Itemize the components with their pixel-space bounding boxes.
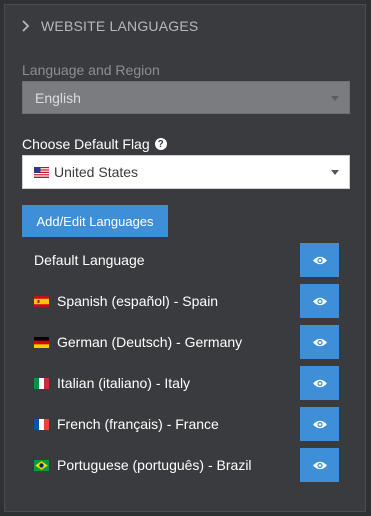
language-region-value: English	[35, 89, 81, 106]
language-label: German (Deutsch) - Germany	[57, 334, 243, 350]
website-languages-panel: WEBSITE LANGUAGES Language and Region En…	[4, 4, 366, 512]
language-region-select: English	[22, 81, 350, 114]
eye-icon	[312, 460, 328, 471]
language-label: Portuguese (português) - Brazil	[57, 457, 252, 473]
default-flag-label: Choose Default Flag	[22, 136, 150, 152]
france-flag-icon	[34, 418, 49, 430]
germany-flag-icon	[34, 336, 49, 348]
language-row-german: German (Deutsch) - Germany	[34, 325, 339, 359]
chevron-right-icon	[19, 19, 33, 33]
language-row-portuguese: Portuguese (português) - Brazil	[34, 448, 339, 482]
default-flag-select[interactable]: United States	[22, 155, 350, 189]
add-edit-languages-button[interactable]: Add/Edit Languages	[22, 205, 168, 237]
default-flag-value: United States	[54, 164, 139, 180]
language-label: Default Language	[34, 252, 145, 268]
language-row-spanish: Spanish (español) - Spain	[34, 284, 339, 318]
language-label: Italian (italiano) - Italy	[57, 375, 191, 391]
italy-flag-icon	[34, 377, 49, 389]
chevron-down-icon	[331, 170, 339, 175]
view-language-button[interactable]	[300, 243, 339, 277]
language-label: Spanish (español) - Spain	[57, 293, 219, 309]
section-title: WEBSITE LANGUAGES	[41, 18, 199, 34]
help-icon[interactable]: ?	[154, 138, 167, 150]
eye-icon	[312, 378, 328, 389]
view-language-button[interactable]	[300, 325, 339, 359]
eye-icon	[312, 419, 328, 430]
spain-flag-icon	[34, 295, 49, 307]
view-language-button[interactable]	[300, 448, 339, 482]
eye-icon	[312, 337, 328, 348]
view-language-button[interactable]	[300, 407, 339, 441]
language-row-italian: Italian (italiano) - Italy	[34, 366, 339, 400]
brazil-flag-icon	[34, 459, 49, 471]
chevron-down-icon	[331, 95, 339, 101]
language-row-french: French (français) - France	[34, 407, 339, 441]
language-region-label: Language and Region	[22, 62, 160, 78]
eye-icon	[312, 296, 328, 307]
language-label: French (français) - France	[57, 416, 219, 432]
view-language-button[interactable]	[300, 366, 339, 400]
default-flag-label-row: Choose Default Flag ?	[22, 136, 167, 152]
eye-icon	[312, 255, 328, 266]
view-language-button[interactable]	[300, 284, 339, 318]
section-header[interactable]: WEBSITE LANGUAGES	[19, 15, 198, 37]
language-row-default: Default Language	[34, 243, 339, 277]
us-flag-icon	[34, 166, 49, 178]
